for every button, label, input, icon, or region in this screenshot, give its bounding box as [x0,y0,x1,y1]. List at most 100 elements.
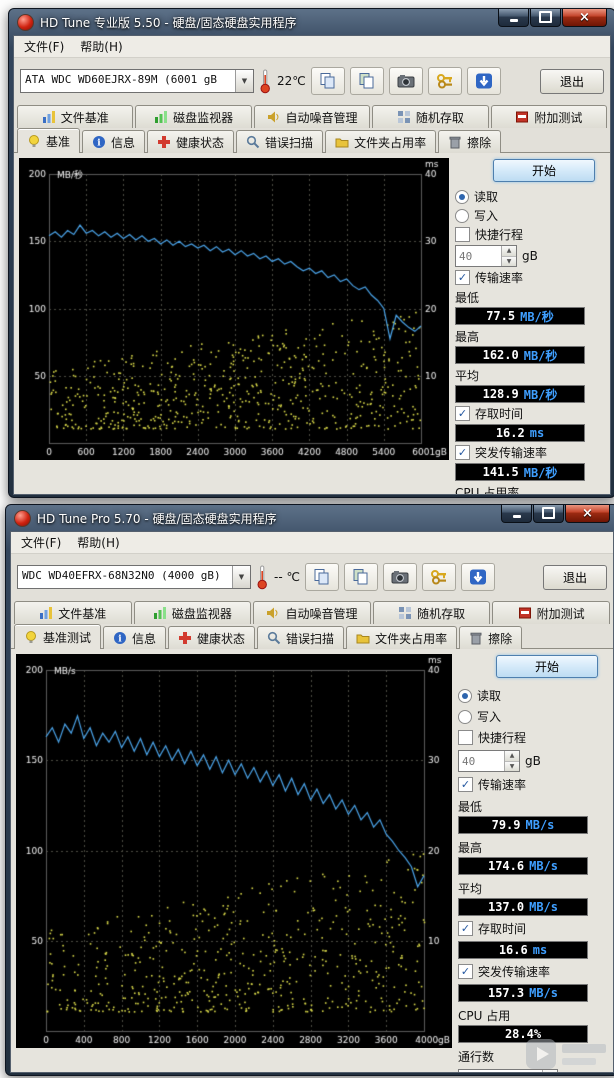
close-icon: × [579,9,590,25]
tab-label: 磁盘监视器 [173,110,234,125]
tab-label: 附加测试 [534,110,583,125]
tab-info[interactable]: i 信息 [103,626,167,649]
screenshot-button[interactable] [382,563,417,591]
menu-help[interactable]: 帮助(H) [71,532,125,553]
drive-select[interactable]: WDC WD40EFRX-68N32N0 (4000 gB) ▼ [17,565,251,589]
menu-help[interactable]: 帮助(H) [74,36,128,57]
write-radio[interactable]: 写入 [455,207,597,224]
access-time-label: 存取时间 [478,922,527,936]
tab-erase[interactable]: 擦除 [459,626,523,649]
write-radio[interactable]: 写入 [458,708,600,725]
read-radio-label: 读取 [477,689,502,703]
tab-aam[interactable]: 自动噪音管理 [253,105,371,128]
tab-info[interactable]: i 信息 [82,130,146,153]
save-results-button[interactable] [466,67,501,95]
short-stroke-checkbox[interactable]: 快捷行程 [458,729,600,746]
tab-extra-tests[interactable]: 附加测试 [492,601,610,624]
tab-disk-monitor[interactable]: 磁盘监视器 [135,105,252,128]
maximize-button[interactable] [533,505,564,523]
copy-text-button[interactable] [304,563,339,591]
short-stroke-value[interactable] [456,246,501,266]
download-arrow-icon [468,568,488,586]
copy-image-button[interactable] [343,563,378,591]
avg-number: 137.0 [487,900,525,914]
read-radio[interactable]: 读取 [458,687,600,704]
avg-label: 平均 [455,369,480,383]
toolbar: WDC WD40EFRX-68N32N0 (4000 gB) ▼ -- ℃ 退出 [11,554,613,600]
caption-buttons: × [500,505,610,523]
max-label: 最高 [455,330,480,344]
menu-file[interactable]: 文件(F) [15,532,67,553]
start-button[interactable]: 开始 [493,159,595,182]
burst-rate-checkbox[interactable]: 突发传输速率 [458,963,600,980]
max-number: 162.0 [482,348,519,362]
folder-icon [335,135,349,149]
temperature-value: -- ℃ [274,570,300,584]
spin-down-icon[interactable]: ▼ [505,760,519,771]
close-button[interactable]: × [562,9,607,27]
tab-file-benchmark[interactable]: 文件基准 [17,105,134,128]
burst-rate-checkbox[interactable]: 突发传输速率 [455,444,597,461]
tab-erase[interactable]: 擦除 [438,130,502,153]
menu-file[interactable]: 文件(F) [18,36,70,57]
tab-aam[interactable]: 自动噪音管理 [253,601,371,624]
spin-up-icon[interactable]: ▲ [505,751,519,761]
tab-extra-tests[interactable]: 附加测试 [490,105,608,128]
trash-icon [448,135,462,149]
short-stroke-input[interactable]: ▲▼ [458,750,520,772]
short-stroke-value[interactable] [459,751,504,771]
tab-error-scan[interactable]: 错误扫描 [236,130,324,153]
tab-health[interactable]: 健康状态 [168,626,256,649]
titlebar[interactable]: HD Tune 专业版 5.50 - 硬盘/固态硬盘实用程序 × [13,9,611,35]
short-stroke-row: ▲▼ gB [455,245,597,267]
burst-unit: MB/s [529,986,559,1000]
drive-select[interactable]: ATA WDC WD60EJRX-89M (6001 gB ▼ [20,69,254,93]
transfer-rate-checkbox[interactable]: 传输速率 [458,776,600,793]
short-stroke-checkbox[interactable]: 快捷行程 [455,226,597,243]
tab-random-access[interactable]: 随机存取 [372,105,489,128]
transfer-rate-checkbox[interactable]: 传输速率 [455,269,597,286]
exit-button[interactable]: 退出 [540,68,604,94]
tab-benchmark[interactable]: 基准测试 [14,624,102,649]
toolbar: ATA WDC WD60EJRX-89M (6001 gB ▼ 22℃ 退出 [14,58,610,104]
tab-health[interactable]: 健康状态 [147,130,235,153]
min-unit: MB/s [525,818,555,832]
tab-folder-usage[interactable]: 文件夹占用率 [346,626,458,649]
close-button[interactable]: × [565,505,610,523]
minimize-button[interactable] [501,505,532,523]
camera-icon [396,72,416,90]
minimize-button[interactable] [498,9,529,27]
tab-error-scan[interactable]: 错误扫描 [257,626,345,649]
tab-file-benchmark[interactable]: 文件基准 [14,601,132,624]
transfer-rate-label: 传输速率 [478,778,527,792]
minimize-icon [509,18,518,22]
access-time-checkbox[interactable]: 存取时间 [458,920,600,937]
options-button[interactable] [427,67,462,95]
spinner-buttons[interactable]: ▲▼ [504,751,519,771]
options-button[interactable] [421,563,456,591]
access-time-checkbox[interactable]: 存取时间 [455,405,597,422]
start-button[interactable]: 开始 [496,655,598,678]
burst-rate-value: 157.3 MB/s [458,984,588,1002]
copy-image-button[interactable] [349,67,384,95]
short-stroke-input[interactable]: ▲▼ [455,245,517,267]
exit-button[interactable]: 退出 [543,564,607,590]
save-results-button[interactable] [460,563,495,591]
chevron-down-icon[interactable]: ▼ [235,70,253,92]
spinner-buttons[interactable]: ▲▼ [501,246,516,266]
spin-down-icon[interactable]: ▼ [502,255,516,266]
copy-text-button[interactable] [310,67,345,95]
tab-label: 随机存取 [417,606,466,621]
titlebar[interactable]: HD Tune Pro 5.70 - 硬盘/固态硬盘实用程序 × [10,505,614,531]
chevron-down-icon[interactable]: ▼ [232,566,250,588]
read-radio[interactable]: 读取 [455,188,597,205]
screenshot-button[interactable] [388,67,423,95]
caption-buttons: × [497,9,607,27]
camera-icon [390,568,410,586]
tab-random-access[interactable]: 随机存取 [372,601,491,624]
spin-up-icon[interactable]: ▲ [502,246,516,256]
tab-benchmark[interactable]: 基准 [17,128,81,153]
maximize-button[interactable] [530,9,561,27]
tab-disk-monitor[interactable]: 磁盘监视器 [133,601,252,624]
tab-folder-usage[interactable]: 文件夹占用率 [325,130,437,153]
